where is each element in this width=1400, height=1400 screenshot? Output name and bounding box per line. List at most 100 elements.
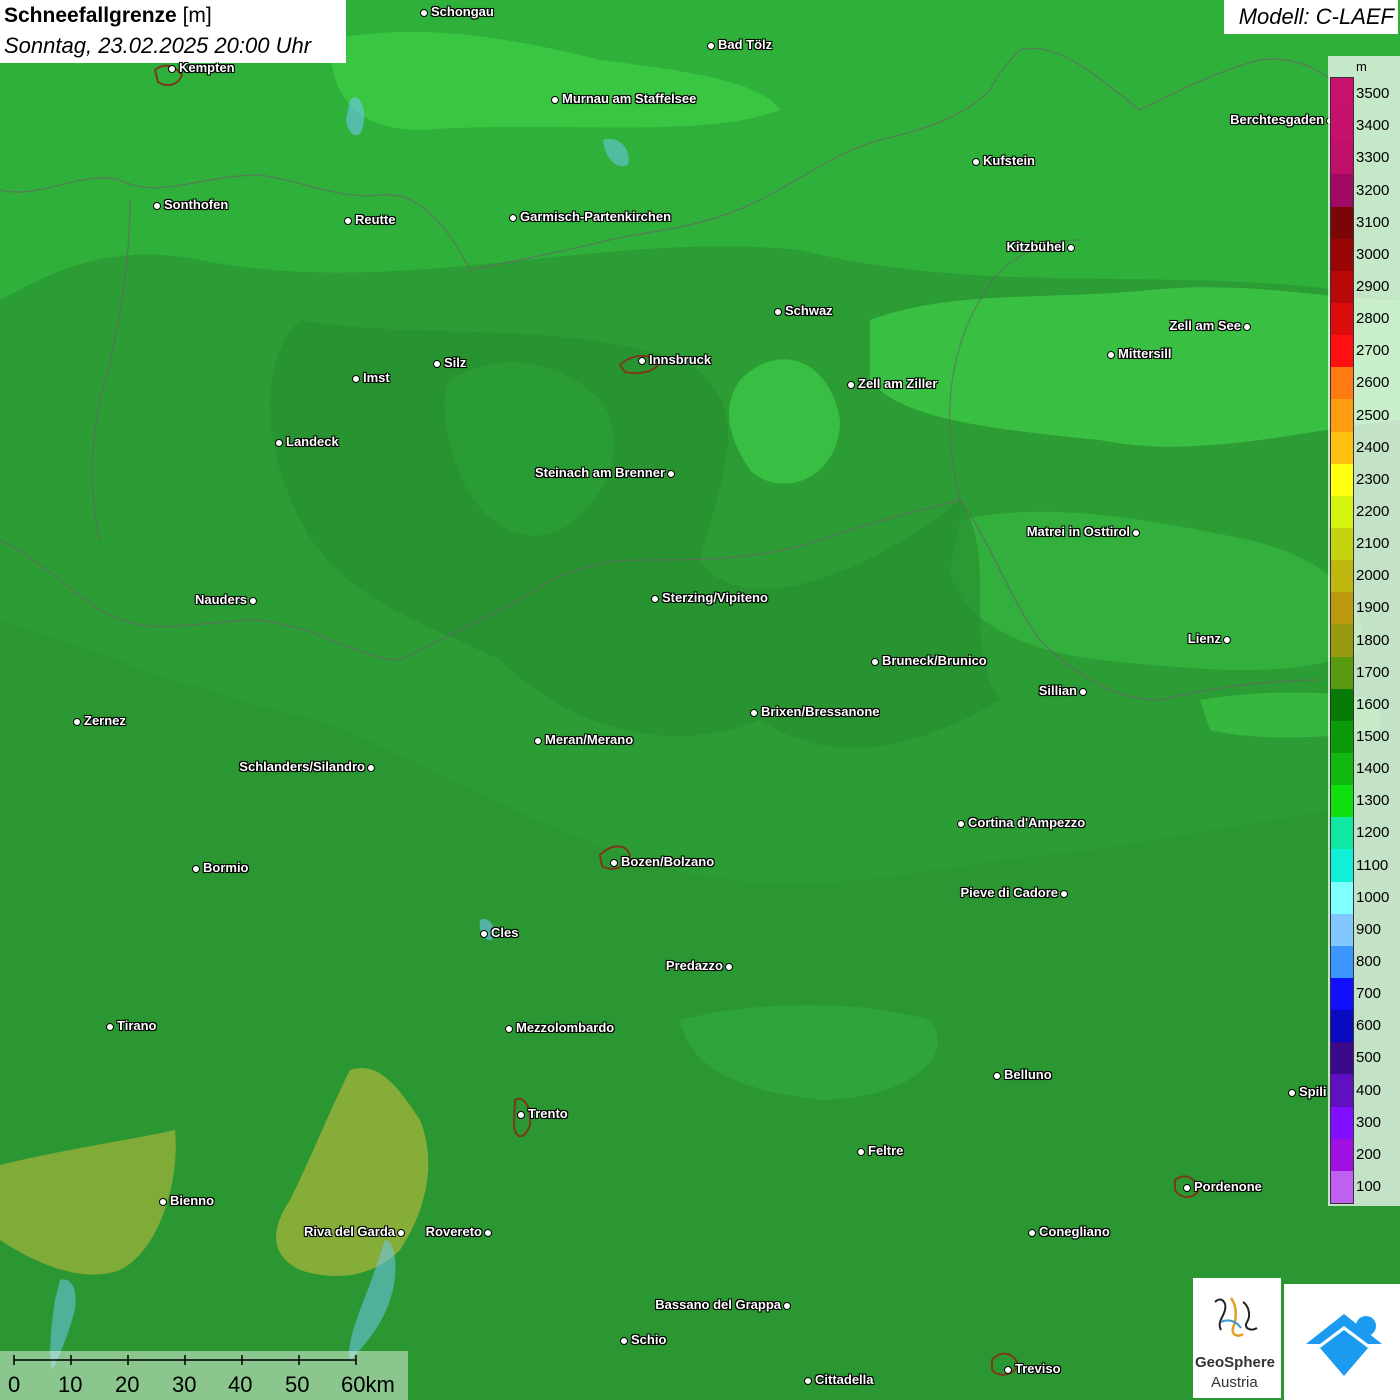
city-marker [871,658,879,666]
city-label: Mezzolombardo [516,1020,615,1035]
city-label: Cles [491,925,519,940]
city-marker [847,381,855,389]
city-label: Imst [363,370,390,385]
legend-label: 1700 [1356,663,1390,681]
city-marker [651,595,659,603]
legend-label: 2700 [1356,342,1390,360]
city-marker [480,930,488,938]
city-label: Nauders [194,592,247,607]
city-label: Kempten [179,60,235,75]
city-label: Meran/Merano [545,732,634,747]
city-label: Brixen/Bressanone [761,704,880,719]
legend-swatch [1331,817,1353,850]
legend-swatch [1331,1074,1353,1108]
city-label: Treviso [1015,1361,1061,1376]
legend-swatch [1331,1106,1353,1140]
legend-swatch [1331,1170,1353,1204]
city-marker [1060,890,1068,898]
legend-swatch [1331,270,1353,304]
city-marker [106,1023,114,1031]
legend-label: 2800 [1356,310,1390,328]
legend-label: 2200 [1356,502,1390,520]
city-label: Tirano [117,1018,157,1033]
city-label: Berchtesgaden [1230,112,1324,127]
city-label: Sterzing/Vipiteno [662,590,768,605]
city-marker [774,308,782,316]
legend-label: 2300 [1356,470,1390,488]
model-label: Modell: C-LAEF [1238,4,1394,29]
app-logo[interactable] [1284,1284,1400,1400]
scale-tick-label: 50 [285,1372,310,1397]
legend-label: 3100 [1356,213,1390,231]
city-label: Bad Tölz [718,37,773,52]
legend-label: 500 [1356,1049,1382,1067]
city-label: Schio [631,1332,667,1347]
app-house-icon [1306,1314,1382,1376]
legend-color-bar [1330,77,1354,1204]
title-parameter: Schneefallgrenze [4,4,177,27]
legend-label: 2100 [1356,535,1390,553]
legend-swatch [1331,753,1353,786]
city-marker [551,96,559,104]
city-marker [1288,1089,1296,1097]
legend-swatch [1331,1010,1353,1043]
legend-swatch [1331,881,1353,915]
legend-swatch [1331,110,1353,143]
city-label: Sonthofen [164,197,229,212]
city-label: Murnau am Staffelsee [562,91,697,106]
city-label: Spili [1299,1084,1327,1099]
city-marker [707,42,715,50]
legend-label: 3400 [1356,117,1390,135]
legend-swatch [1331,560,1353,593]
geosphere-emblem-icon [1214,1297,1258,1337]
legend-swatch [1331,238,1353,272]
city-marker [249,597,257,605]
legend-label: 300 [1356,1113,1382,1131]
city-label: Garmisch-Partenkirchen [520,209,672,224]
legend-label: 3200 [1356,181,1390,199]
city-label: Bienno [170,1193,215,1208]
city-label: Zell am See [1169,318,1241,333]
city-marker [275,439,283,447]
city-label: Kitzbühel [1006,239,1066,254]
city-marker [804,1377,812,1385]
city-marker [192,865,200,873]
city-marker [73,718,81,726]
city-label: Belluno [1004,1067,1052,1082]
city-marker [1223,636,1231,644]
city-label: Bozen/Bolzano [621,854,715,869]
city-label: Silz [444,355,467,370]
legend-swatch [1331,624,1353,658]
city-label: Zell am Ziller [858,376,938,391]
legend-swatch [1331,303,1353,336]
legend-swatch [1331,720,1353,754]
legend-swatch [1331,431,1353,465]
city-marker [1132,529,1140,537]
city-label: Bassano del Grappa [655,1297,781,1312]
city-label: Reutte [355,212,396,227]
city-marker [783,1302,791,1310]
city-label: Sillian [1038,683,1077,698]
city-marker [344,217,352,225]
city-label: Cittadella [815,1372,874,1387]
city-label: Schwaz [785,303,833,318]
legend-label: 700 [1356,985,1382,1003]
city-label: Zernez [84,713,126,728]
city-marker [725,963,733,971]
city-label: Rovereto [425,1224,482,1239]
legend-label: 2900 [1356,277,1390,295]
city-label: Mittersill [1118,346,1172,361]
city-label: Bruneck/Brunico [882,653,987,668]
legend-label: 1800 [1356,631,1390,649]
legend-label: 900 [1356,920,1382,938]
city-marker [1067,244,1075,252]
city-marker [517,1111,525,1119]
city-marker [857,1148,865,1156]
legend-label: 3000 [1356,245,1390,263]
city-label: Schlanders/Silandro [239,759,365,774]
city-marker [505,1025,513,1033]
legend-label: 1200 [1356,824,1390,842]
legend-swatch [1331,592,1353,625]
city-marker [352,375,360,383]
city-marker [168,65,176,73]
